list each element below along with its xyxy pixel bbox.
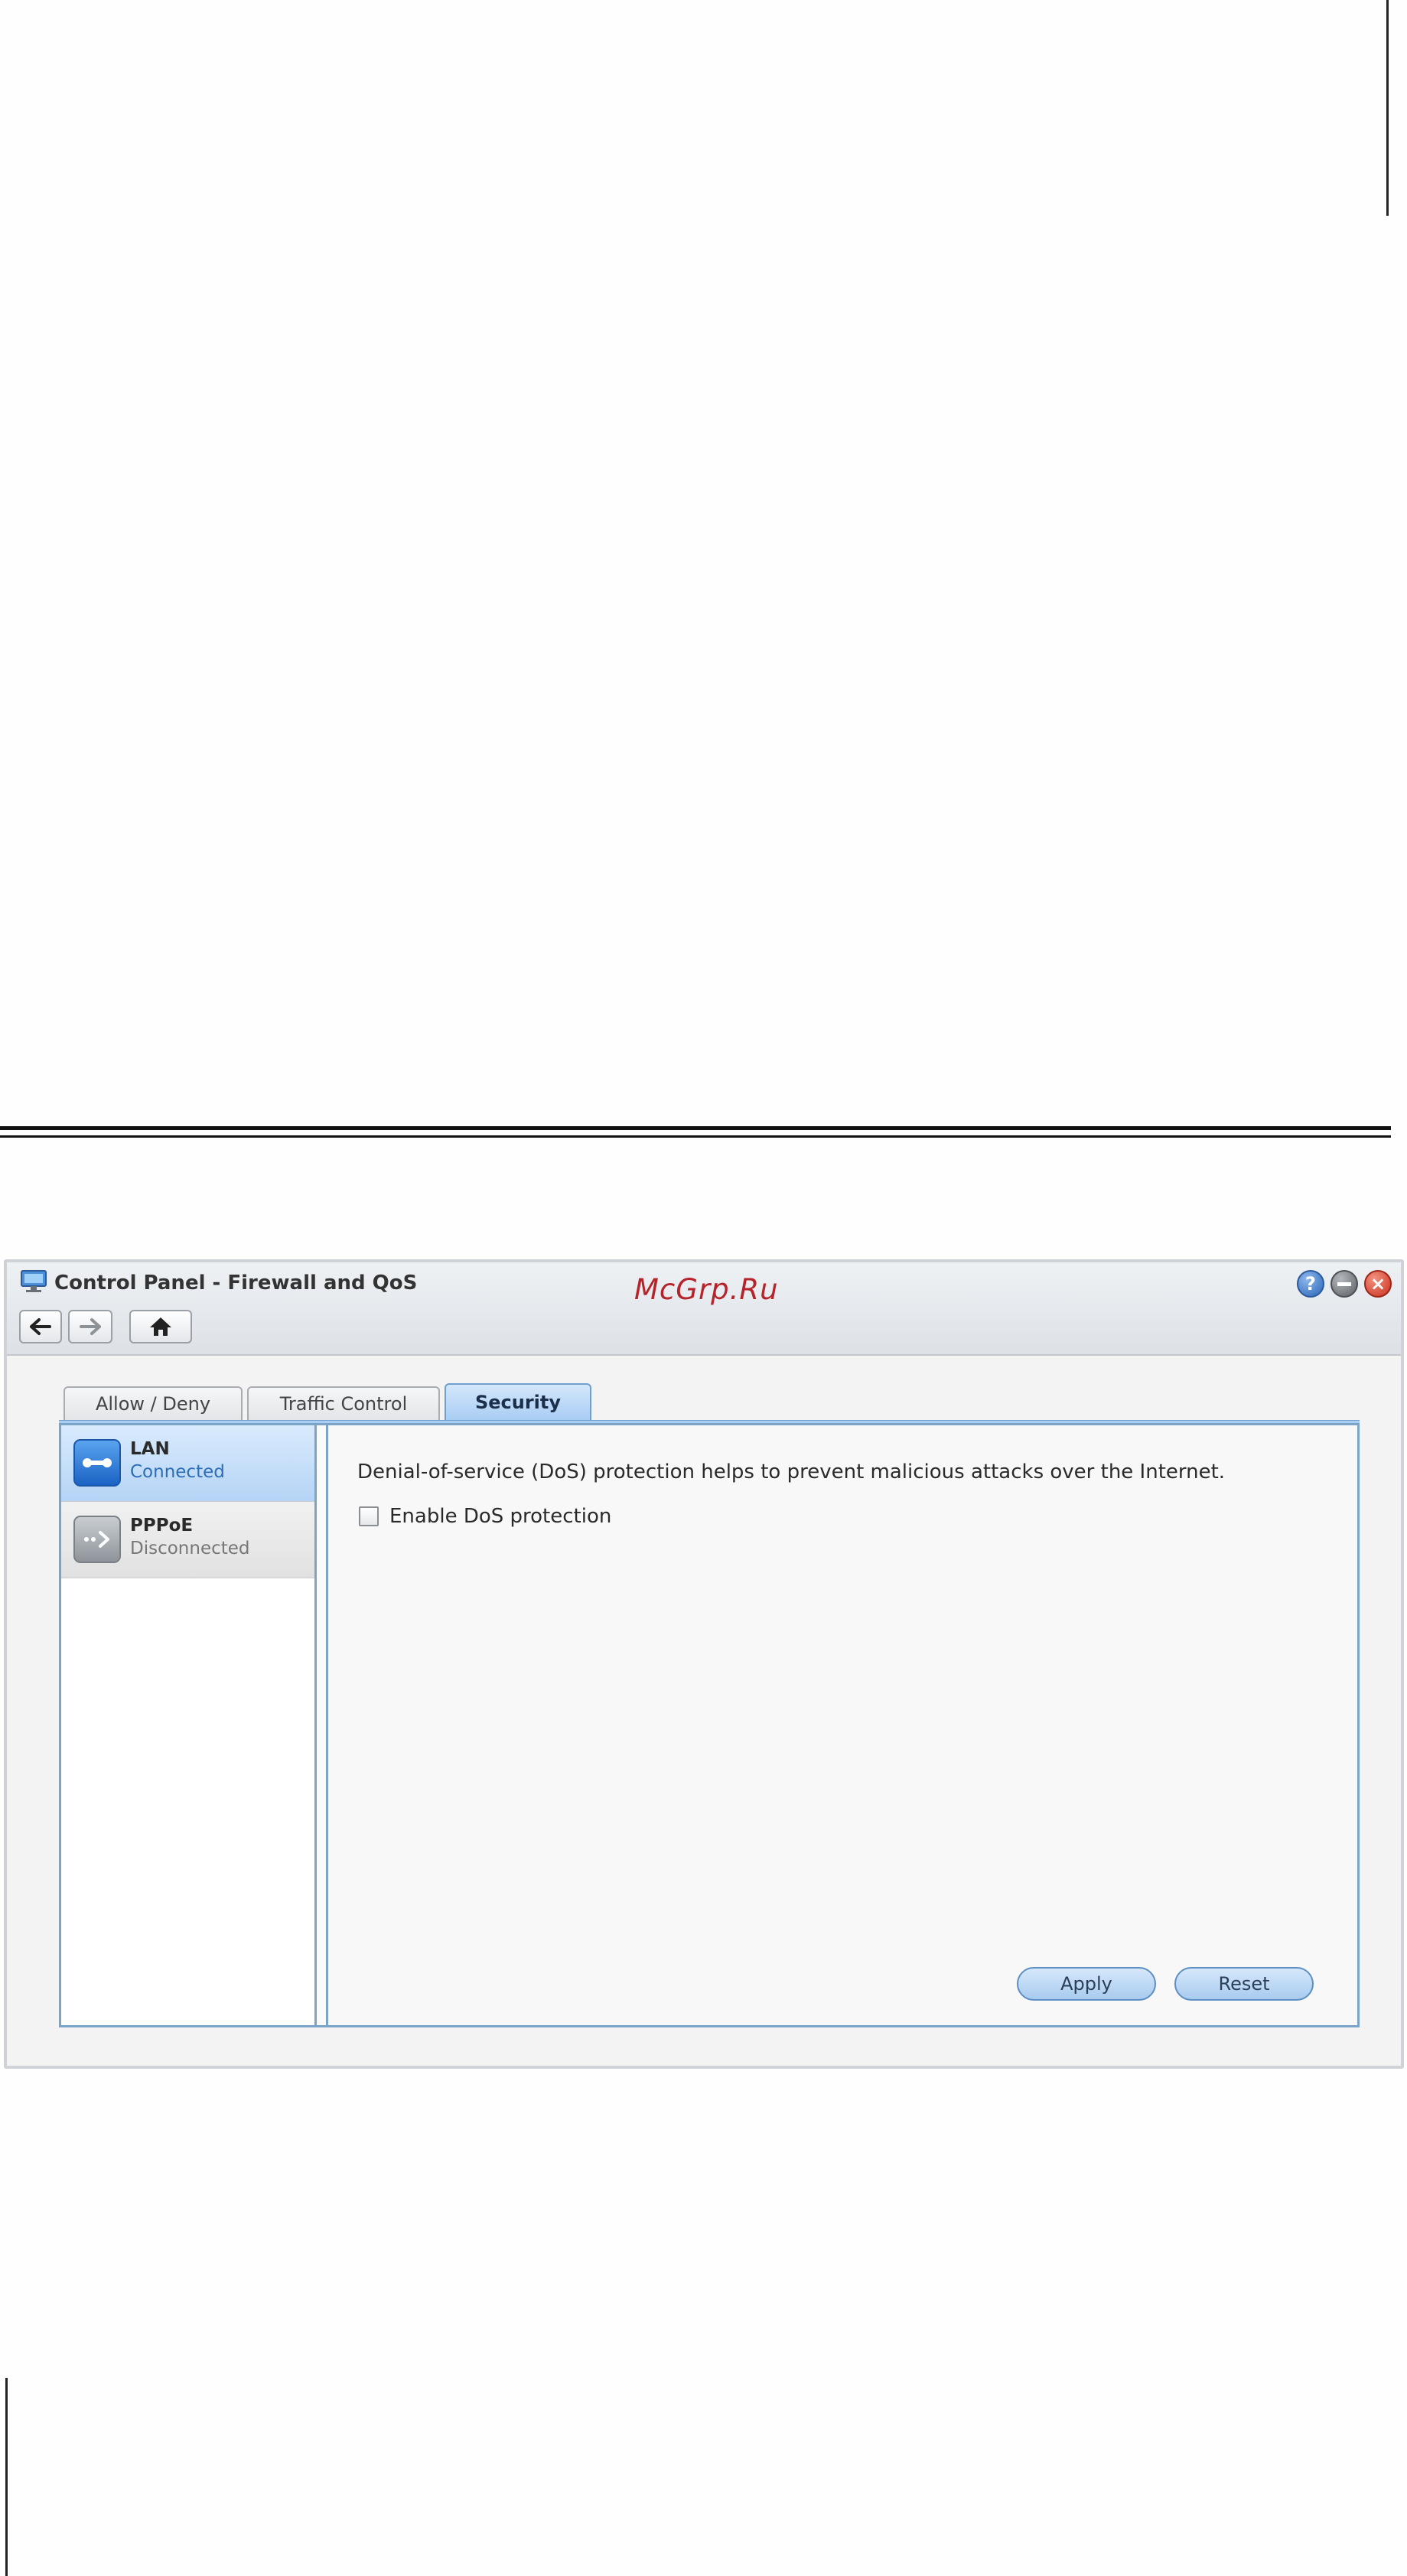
title-bar: Control Panel - Firewall and QoS McGrp.R… (7, 1262, 1401, 1356)
control-panel-icon (21, 1270, 47, 1292)
forward-button[interactable] (68, 1310, 112, 1343)
window-title: Control Panel - Firewall and QoS (54, 1272, 418, 1295)
interface-list: LAN Connected PPPoE Disconnected (61, 1425, 317, 2025)
tab-allow-deny[interactable]: Allow / Deny (64, 1386, 243, 1420)
margin-rule (5, 2378, 8, 2576)
close-icon[interactable]: × (1364, 1270, 1392, 1298)
watermark: McGrp.Ru (634, 1273, 779, 1306)
interface-item-lan[interactable]: LAN Connected (61, 1425, 314, 1502)
interface-name: LAN (130, 1439, 170, 1459)
margin-rule (1386, 0, 1389, 216)
tab-traffic-control[interactable]: Traffic Control (247, 1386, 440, 1420)
help-glyph: ? (1305, 1273, 1316, 1295)
content-panel: LAN Connected PPPoE Disconnected Denial-… (59, 1423, 1360, 2027)
help-icon[interactable]: ? (1297, 1270, 1324, 1298)
minimize-icon[interactable] (1330, 1270, 1358, 1298)
enable-dos-checkbox[interactable] (359, 1506, 379, 1526)
arrow-left-icon (30, 1318, 51, 1335)
lan-connection-icon (73, 1439, 121, 1487)
arrow-right-icon (80, 1318, 101, 1335)
home-icon (150, 1317, 171, 1336)
page-separator-thick (0, 1126, 1391, 1130)
interface-status: Connected (130, 1462, 225, 1482)
pppoe-connection-icon (73, 1516, 121, 1563)
tab-security[interactable]: Security (445, 1383, 591, 1420)
enable-dos-label[interactable]: Enable DoS protection (389, 1505, 611, 1528)
close-glyph: × (1370, 1273, 1386, 1295)
dos-description: Denial-of-service (DoS) protection helps… (357, 1461, 1226, 1483)
security-settings-panel: Denial-of-service (DoS) protection helps… (326, 1425, 1357, 2025)
interface-item-pppoe[interactable]: PPPoE Disconnected (61, 1502, 314, 1578)
page-separator-thin (0, 1135, 1391, 1138)
interface-status: Disconnected (130, 1539, 250, 1558)
back-button[interactable] (19, 1310, 62, 1343)
page: Control Panel - Firewall and QoS McGrp.R… (0, 0, 1407, 2576)
apply-button[interactable]: Apply (1017, 1967, 1156, 2001)
interface-name: PPPoE (130, 1516, 194, 1536)
control-panel-window: Control Panel - Firewall and QoS McGrp.R… (4, 1259, 1404, 2069)
home-button[interactable] (129, 1310, 192, 1343)
reset-button[interactable]: Reset (1174, 1967, 1314, 2001)
